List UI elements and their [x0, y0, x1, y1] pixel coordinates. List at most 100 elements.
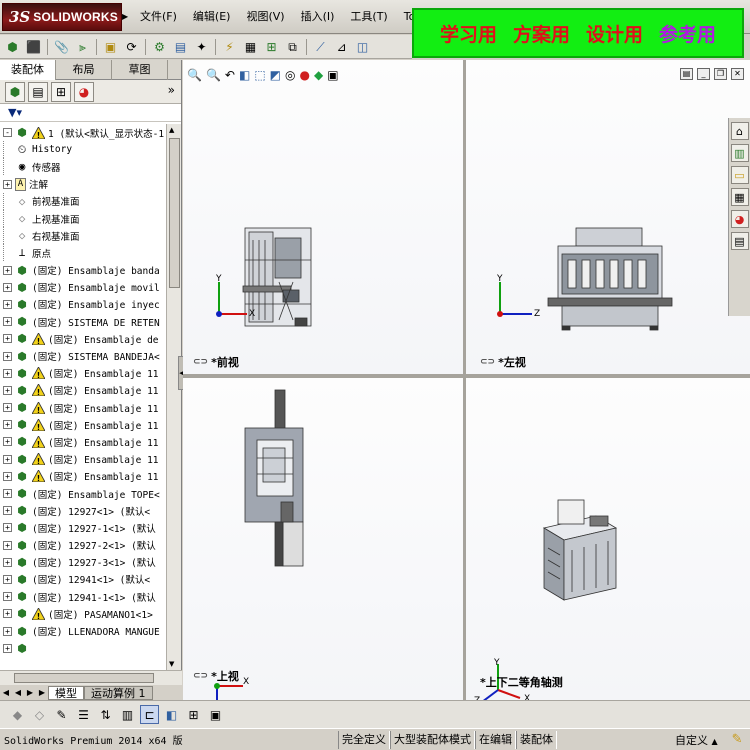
viewport-vertical-splitter[interactable] — [463, 60, 466, 700]
tree-item[interactable]: + ⬢ (固定) Ensamblaje TOPE< — [0, 485, 166, 502]
link-views-icon[interactable]: ⊂⊃ — [480, 357, 495, 367]
units-selector[interactable]: 自定义 ▲ — [675, 732, 718, 748]
tab-next-icon[interactable]: ▶ — [24, 688, 36, 697]
list-icon[interactable]: ☰ — [74, 705, 93, 724]
graphics-area[interactable]: Y X ⊂⊃ *前视 Y Z ⊂⊃ *左视 X ⊂⊃ *上视 Y X *上下二等… — [183, 60, 750, 700]
tree-item[interactable]: + ⬢! (固定) Ensamblaje 11 — [0, 468, 166, 485]
viewport-top[interactable]: X Z ⊂⊃ *上视 — [183, 378, 463, 700]
menu-view[interactable]: 视图(V) — [238, 9, 292, 25]
measure-icon[interactable]: ⟋ — [311, 37, 330, 56]
edges-icon[interactable]: ◇ — [30, 705, 49, 724]
expand-icon[interactable]: + — [3, 351, 12, 361]
property-manager-icon[interactable]: ▤ — [28, 81, 48, 102]
scroll-thumb[interactable] — [14, 673, 154, 683]
expand-icon[interactable]: + — [3, 643, 12, 653]
tree-horizontal-scrollbar[interactable] — [0, 670, 182, 685]
tree-item[interactable]: + A 注解 — [0, 176, 166, 193]
mate-icon[interactable]: 📎 — [52, 37, 71, 56]
previous-view-icon[interactable]: ↶ — [225, 68, 235, 82]
menu-expand-arrow-icon[interactable]: ▶ — [122, 12, 128, 21]
tab-motion-study[interactable]: 运动算例 1 — [84, 685, 153, 700]
display-icon[interactable]: ◫ — [353, 37, 372, 56]
scroll-thumb[interactable] — [169, 138, 180, 288]
tab-first-icon[interactable]: ◀ — [0, 688, 12, 697]
insert-component-icon[interactable]: ⬛ — [24, 37, 43, 56]
panel-expand-icon[interactable]: » — [168, 83, 175, 97]
viewport-left[interactable]: Y Z ⊂⊃ *左视 — [466, 60, 750, 374]
bill-of-materials-icon[interactable]: ▦ — [241, 37, 260, 56]
expand-icon[interactable]: + — [3, 471, 12, 481]
two-view-icon[interactable]: ◧ — [162, 705, 181, 724]
expand-icon[interactable]: + — [3, 334, 12, 344]
shaded-icon[interactable]: ◆ — [8, 705, 27, 724]
tree-item[interactable]: + ⬢ (固定) LLENADORA MANGUE — [0, 622, 166, 639]
tangent-edges-icon[interactable]: ⇅ — [96, 705, 115, 724]
link-views-icon[interactable]: ▣ — [206, 705, 225, 724]
feature-manager-icon[interactable]: ⬢ — [5, 81, 25, 102]
configuration-manager-icon[interactable]: ⊞ — [51, 81, 71, 102]
tab-assembly[interactable]: 装配体 — [0, 60, 56, 80]
expand-icon[interactable]: + — [3, 385, 12, 395]
expand-icon[interactable]: + — [3, 437, 12, 447]
assembly-icon[interactable]: ⬢ — [3, 37, 22, 56]
tree-item[interactable]: + ⬢ (固定) 12927-1<1> (默认 — [0, 519, 166, 536]
view-settings-icon[interactable]: ▣ — [327, 68, 338, 82]
tree-item[interactable]: + ⬢ — [0, 640, 166, 657]
tab-layout[interactable]: 布局 — [56, 60, 112, 80]
tree-item[interactable]: ◇ 前视基准面 — [0, 192, 166, 210]
close-icon[interactable]: ✕ — [731, 68, 744, 80]
expand-icon[interactable]: + — [3, 523, 12, 533]
expand-icon[interactable]: + — [3, 506, 12, 516]
display-manager-icon[interactable]: ◕ — [74, 81, 94, 102]
expand-icon[interactable]: + — [3, 626, 12, 636]
tile-icon[interactable]: ▤ — [680, 68, 693, 80]
scroll-up-icon[interactable]: ▲ — [169, 126, 174, 134]
tree-filter[interactable]: ▼▾ — [0, 104, 181, 122]
viewport-horizontal-splitter[interactable] — [183, 374, 750, 378]
expand-icon[interactable]: + — [3, 609, 12, 619]
pattern-icon[interactable]: ⚙ — [150, 37, 169, 56]
tree-item[interactable]: ⊥ 原点 — [0, 244, 166, 262]
tree-item[interactable]: + ⬢ (固定) 12941<1> (默认< — [0, 571, 166, 588]
tab-last-icon[interactable]: ▶ — [36, 688, 48, 697]
appearances-icon[interactable]: ◕ — [730, 210, 749, 228]
menu-tools[interactable]: 工具(T) — [342, 9, 395, 25]
tree-item[interactable]: - ⬢! 1 (默认<默认_显示状态-1 — [0, 124, 166, 141]
interference-icon[interactable]: ⧉ — [283, 37, 302, 56]
tree-item[interactable]: + ⬢ (固定) Ensamblaje inyec — [0, 296, 166, 313]
expand-icon[interactable]: + — [3, 420, 12, 430]
hide-show-items-icon[interactable]: ◎ — [285, 68, 295, 82]
expand-icon[interactable]: + — [3, 265, 12, 275]
tree-item[interactable]: + ⬢ (固定) SISTEMA BANDEJA< — [0, 347, 166, 364]
restore-icon[interactable]: ❐ — [714, 68, 727, 80]
tree-item[interactable]: + ⬢ (固定) Ensamblaje banda — [0, 262, 166, 279]
expand-icon[interactable]: + — [3, 557, 12, 567]
tree-item[interactable]: + ⬢ (固定) SISTEMA DE RETEN — [0, 313, 166, 330]
tree-item[interactable]: ◇ 上视基准面 — [0, 210, 166, 228]
viewport-front[interactable]: Y X ⊂⊃ *前视 — [183, 60, 463, 374]
expand-icon[interactable]: + — [3, 454, 12, 464]
assembly-view-icon[interactable]: ▥ — [118, 705, 137, 724]
expand-icon[interactable]: + — [3, 489, 12, 499]
view-palette-icon[interactable]: ▦ — [730, 188, 749, 206]
tab-prev-icon[interactable]: ◀ — [12, 688, 24, 697]
instant3d-icon[interactable]: ⊞ — [262, 37, 281, 56]
move-component-icon[interactable]: ▣ — [101, 37, 120, 56]
expand-icon[interactable]: + — [3, 540, 12, 550]
zoom-to-area-icon[interactable]: 🔍 — [206, 68, 221, 82]
tree-item[interactable]: + ⬢ (固定) 12927<1> (默认< — [0, 502, 166, 519]
tree-item[interactable]: + ⬢ (固定) Ensamblaje movil — [0, 279, 166, 296]
quick-tips-icon[interactable]: ✎ — [732, 732, 743, 747]
expand-icon[interactable]: + — [3, 574, 12, 584]
expand-icon[interactable]: + — [3, 299, 12, 309]
tree-vertical-scrollbar[interactable]: ▲ ▼ — [166, 124, 181, 670]
file-explorer-icon[interactable]: ▭ — [730, 166, 749, 184]
expand-icon[interactable]: + — [3, 368, 12, 378]
tree-item[interactable]: ◇ 右视基准面 — [0, 227, 166, 245]
viewport-isometric[interactable]: Y X Z *上下二等角轴测 — [466, 378, 750, 700]
four-view-icon[interactable]: ⊞ — [184, 705, 203, 724]
appearance-icon[interactable]: ● — [299, 68, 309, 82]
tab-sketch[interactable]: 草图 — [112, 60, 168, 80]
scroll-down-icon[interactable]: ▼ — [169, 660, 174, 668]
display-style-icon[interactable]: ◩ — [270, 68, 281, 82]
